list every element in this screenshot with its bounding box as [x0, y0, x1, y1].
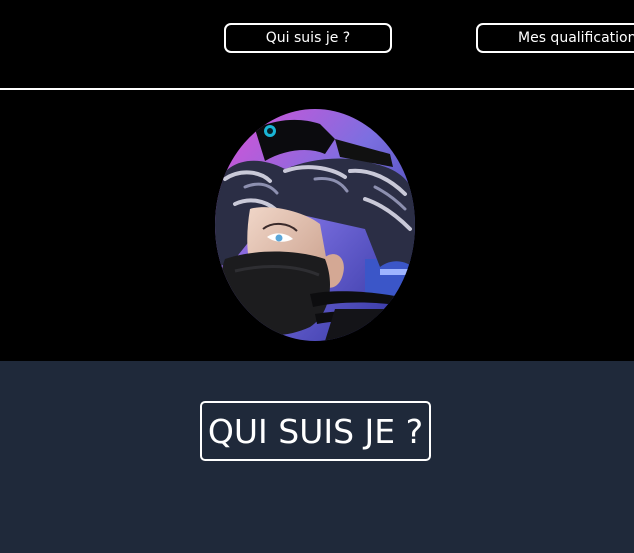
nav-button-label: Qui suis je ?	[265, 30, 351, 46]
section-title: QUI SUIS JE ?	[200, 401, 431, 461]
hero-section	[0, 90, 634, 361]
top-nav: Qui suis je ? Mes qualifications	[0, 0, 634, 88]
avatar	[215, 109, 415, 341]
page: Qui suis je ? Mes qualifications QUI SUI…	[0, 0, 634, 553]
nav-button-qui-suis-je[interactable]: Qui suis je ?	[224, 23, 392, 53]
avatar-portrait-icon	[215, 109, 415, 341]
nav-button-mes-qualifications[interactable]: Mes qualifications	[476, 23, 634, 53]
about-section: QUI SUIS JE ?	[0, 361, 634, 553]
nav-button-label: Mes qualifications	[518, 30, 634, 46]
